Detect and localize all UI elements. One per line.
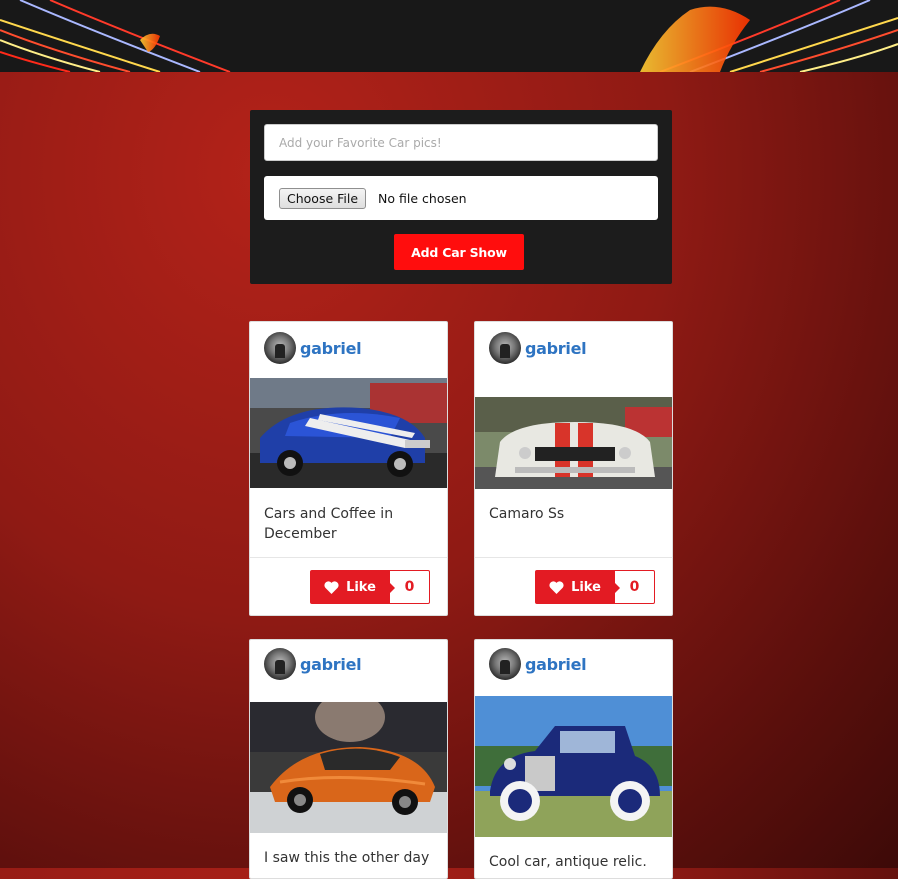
blue-chevelle-photo: [250, 378, 447, 488]
post-card: gabriel I saw this the other day: [249, 639, 448, 879]
post-author: gabriel: [264, 332, 362, 364]
post-author: gabriel: [489, 332, 587, 364]
username-link[interactable]: gabriel: [525, 339, 587, 358]
post-author: gabriel: [264, 648, 362, 680]
username-link[interactable]: gabriel: [300, 339, 362, 358]
like-control: Like 0: [535, 570, 655, 604]
avatar[interactable]: [264, 648, 296, 680]
header-banner: [0, 0, 898, 72]
upload-form: Choose File No file chosen Add Car Show: [250, 110, 672, 284]
car-pic-title-input[interactable]: [264, 124, 658, 161]
like-label: Like: [346, 579, 376, 595]
post-caption: Camaro Ss: [489, 506, 565, 522]
like-control: Like 0: [310, 570, 430, 604]
avatar[interactable]: [489, 332, 521, 364]
avatar[interactable]: [264, 332, 296, 364]
add-car-show-button[interactable]: Add Car Show: [394, 234, 524, 270]
post-caption: I saw this the other day: [264, 850, 430, 866]
post-author: gabriel: [489, 648, 587, 680]
like-button[interactable]: Like: [310, 570, 390, 604]
post-card: gabriel Cool car, antique relic.: [474, 639, 673, 879]
post-caption: Cool car, antique relic.: [489, 854, 647, 870]
like-button[interactable]: Like: [535, 570, 615, 604]
choose-file-button[interactable]: Choose File: [279, 187, 367, 209]
like-label: Like: [571, 579, 601, 595]
highway-lights-image: [0, 0, 898, 72]
white-camaro-photo: [475, 397, 672, 489]
heart-icon: [324, 580, 339, 594]
avatar[interactable]: [489, 648, 521, 680]
like-count: 0: [614, 570, 655, 604]
post-caption: Cars and Coffee in December: [264, 506, 394, 542]
file-status-text: No file chosen: [378, 190, 467, 206]
divider: [250, 557, 447, 558]
like-count: 0: [389, 570, 430, 604]
file-picker: Choose File No file chosen: [264, 176, 658, 220]
orange-jaguar-photo: [250, 702, 447, 833]
post-card: gabriel Cars and Coffee in December Like…: [249, 321, 448, 616]
divider: [475, 557, 672, 558]
heart-icon: [549, 580, 564, 594]
post-card: gabriel Camaro Ss Like 0: [474, 321, 673, 616]
username-link[interactable]: gabriel: [525, 655, 587, 674]
username-link[interactable]: gabriel: [300, 655, 362, 674]
blue-antique-car-photo: [475, 696, 672, 837]
